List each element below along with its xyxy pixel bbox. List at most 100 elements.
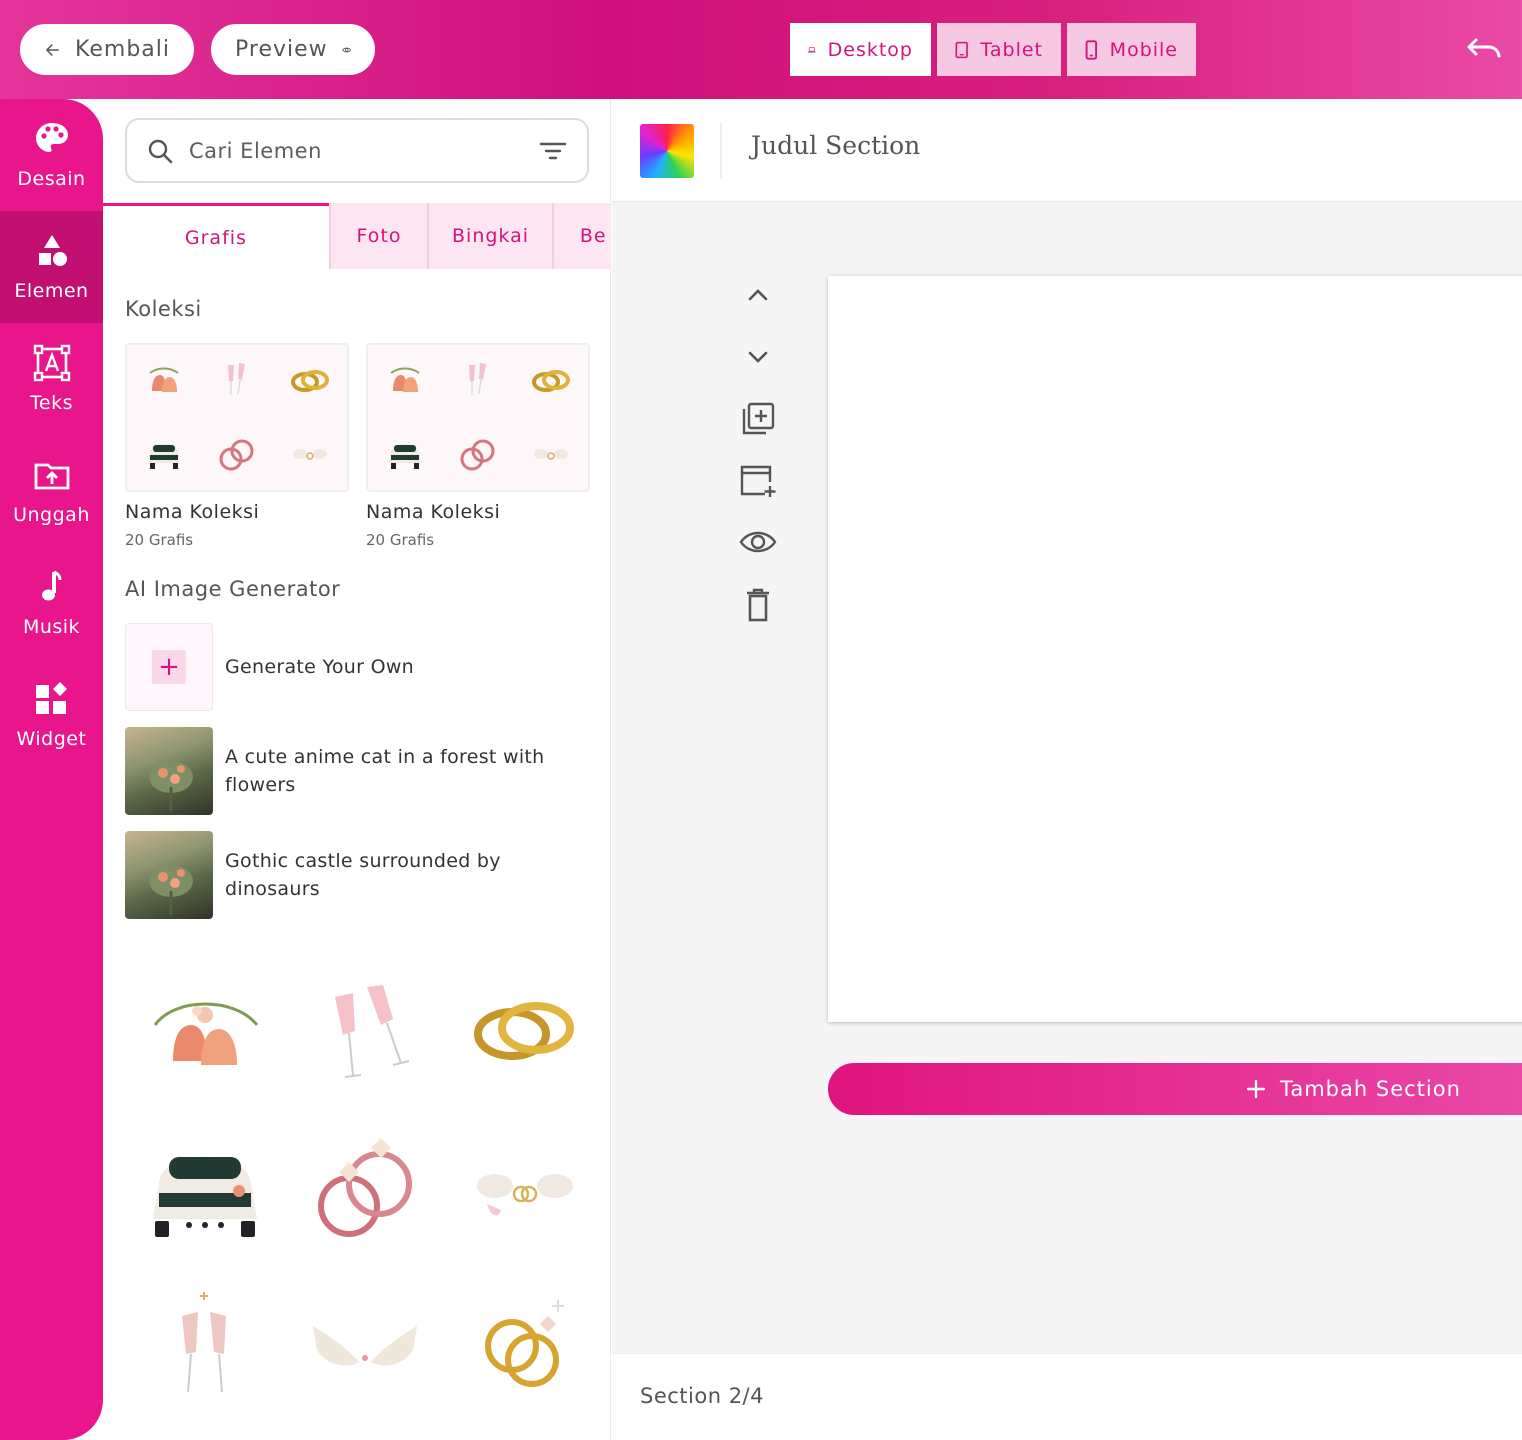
device-tablet-label: Tablet xyxy=(980,38,1043,61)
add-section-below-button[interactable] xyxy=(738,461,778,501)
graphic-doves-rings[interactable] xyxy=(445,1109,605,1267)
palette-icon xyxy=(35,123,68,152)
chevron-up-icon xyxy=(748,289,768,301)
bells-icon xyxy=(390,367,420,393)
device-mobile-button[interactable]: Mobile xyxy=(1067,23,1196,76)
laptop-icon xyxy=(808,46,816,52)
ai-item-text: Generate Your Own xyxy=(225,656,415,678)
device-tablet-button[interactable]: Tablet xyxy=(937,23,1061,76)
rail-label-teks: Teks xyxy=(30,392,73,414)
rail-item-unggah[interactable]: Unggah xyxy=(0,435,103,547)
color-swatch-button[interactable] xyxy=(640,124,694,178)
section-counter: Section 2/4 xyxy=(640,1384,764,1408)
element-panel: Grafis Foto Bingkai Be Koleksi Nama Kole… xyxy=(103,99,611,1440)
rail-label-widget: Widget xyxy=(16,728,87,750)
bouquet-photo xyxy=(149,761,193,811)
glasses-icon xyxy=(227,363,245,396)
car-icon xyxy=(388,443,421,469)
delete-section-button[interactable] xyxy=(738,585,778,625)
search-box[interactable] xyxy=(125,118,589,183)
graphic-wedding-car[interactable] xyxy=(125,1109,285,1267)
graphic-champagne-glasses[interactable] xyxy=(285,951,445,1109)
collection-thumbnail xyxy=(125,343,349,492)
toggle-visibility-button[interactable] xyxy=(738,522,778,562)
left-rail: Desain Elemen Teks Unggah Musik Widget xyxy=(0,99,103,1440)
car-icon xyxy=(147,443,180,469)
ai-item-text: A cute anime cat in a forest with flower… xyxy=(225,746,545,796)
graphic-gold-rings[interactable] xyxy=(445,951,605,1109)
rail-item-elemen[interactable]: Elemen xyxy=(0,211,103,323)
bouquet-photo xyxy=(149,865,193,915)
collection-name: Nama Koleksi xyxy=(125,501,260,523)
divider xyxy=(720,123,722,179)
ai-history-item[interactable]: Gothic castle surrounded by dinosaurs xyxy=(125,831,595,919)
undo-icon[interactable] xyxy=(1466,36,1502,62)
ai-item-text: Gothic castle surrounded by dinosaurs xyxy=(225,850,501,900)
doves-icon xyxy=(293,448,328,460)
device-desktop-label: Desktop xyxy=(827,38,913,61)
graphics-grid xyxy=(125,951,605,1425)
ai-generate-own[interactable]: + Generate Your Own xyxy=(125,623,595,711)
rail-item-desain[interactable]: Desain xyxy=(0,99,103,211)
section-footer: Section 2/4 xyxy=(612,1353,1522,1440)
pink-rings-icon xyxy=(460,439,495,471)
phone-icon xyxy=(1085,39,1098,60)
device-mobile-label: Mobile xyxy=(1109,38,1178,61)
ai-generate-thumb: + xyxy=(125,623,213,711)
rings-icon xyxy=(291,370,330,393)
rail-label-musik: Musik xyxy=(22,616,81,638)
element-tabs: Grafis Foto Bingkai Be xyxy=(103,203,610,269)
collection-card[interactable]: Nama Koleksi 20 Grafis xyxy=(366,343,590,549)
ai-image-thumb xyxy=(125,831,213,919)
text-box-icon xyxy=(33,344,70,382)
widget-icon xyxy=(35,682,67,714)
section-header: Judul Section xyxy=(612,99,1522,202)
back-label: Kembali xyxy=(75,37,170,62)
doves-icon xyxy=(534,448,569,460)
add-window-icon xyxy=(740,465,776,497)
preview-label: Preview xyxy=(235,37,328,62)
tablet-icon xyxy=(955,41,968,58)
shapes-icon xyxy=(38,235,67,266)
graphic-pink-rings[interactable] xyxy=(285,1109,445,1267)
trash-icon xyxy=(747,588,769,622)
rail-item-musik[interactable]: Musik xyxy=(0,547,103,659)
rail-item-widget[interactable]: Widget xyxy=(0,659,103,771)
duplicate-section-button[interactable] xyxy=(738,399,778,439)
move-down-button[interactable] xyxy=(738,337,778,377)
section-title[interactable]: Judul Section xyxy=(751,131,920,160)
collection-thumbnail xyxy=(366,343,590,492)
ai-generator-title: AI Image Generator xyxy=(125,577,341,601)
ai-history-item[interactable]: A cute anime cat in a forest with flower… xyxy=(125,727,595,815)
preview-button[interactable]: Preview xyxy=(211,24,375,75)
graphic-wedding-bells[interactable] xyxy=(125,951,285,1109)
search-icon xyxy=(148,139,173,163)
collection-count: 20 Grafis xyxy=(125,531,194,549)
section-canvas[interactable] xyxy=(828,276,1522,1022)
music-note-icon xyxy=(41,570,61,601)
graphic-champagne-toast[interactable] xyxy=(125,1267,285,1425)
duplicate-icon xyxy=(742,402,775,435)
rail-label-unggah: Unggah xyxy=(13,504,90,526)
device-desktop-button[interactable]: Desktop xyxy=(790,23,931,76)
tab-bingkai[interactable]: Bingkai xyxy=(427,203,552,269)
graphic-gold-ring-diamond[interactable] xyxy=(445,1267,605,1425)
back-button[interactable]: Kembali xyxy=(20,24,194,75)
rail-item-teks[interactable]: Teks xyxy=(0,323,103,435)
arrow-left-icon xyxy=(46,43,59,56)
chevron-down-icon xyxy=(748,351,768,363)
editor-area: Judul Section Tambah Section Section 2/4 xyxy=(612,99,1522,1440)
top-bar: Kembali Preview Desktop Tablet Mobile xyxy=(0,0,1522,99)
tab-foto[interactable]: Foto xyxy=(328,203,428,269)
collection-name: Nama Koleksi xyxy=(366,501,501,523)
collection-card[interactable]: Nama Koleksi 20 Grafis xyxy=(125,343,349,549)
tab-grafis[interactable]: Grafis xyxy=(103,203,329,269)
filter-icon[interactable] xyxy=(539,141,567,161)
add-section-button[interactable]: Tambah Section xyxy=(828,1063,1522,1115)
eye-icon xyxy=(739,531,777,553)
move-up-button[interactable] xyxy=(738,275,778,315)
bells-icon xyxy=(149,367,179,393)
graphic-doves[interactable] xyxy=(285,1267,445,1425)
tab-be[interactable]: Be xyxy=(551,203,610,269)
search-input[interactable] xyxy=(189,138,523,163)
